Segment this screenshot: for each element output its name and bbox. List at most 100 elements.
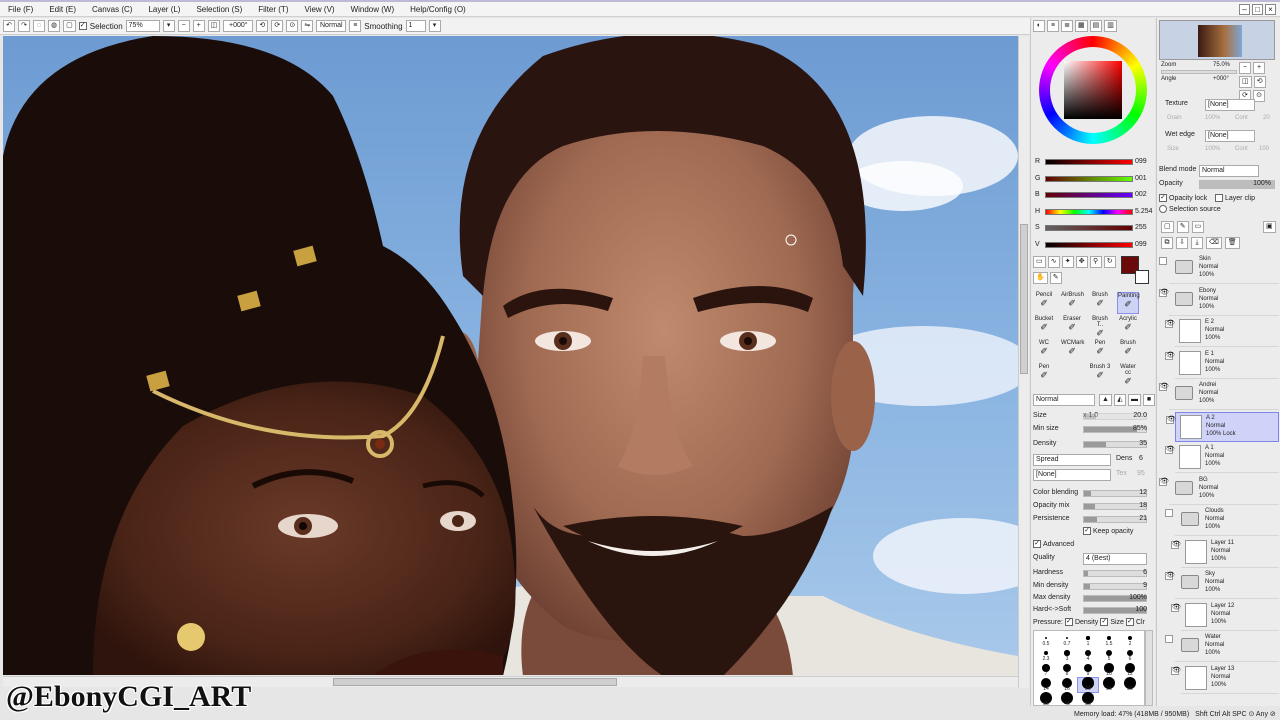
brush-size-preset[interactable]: 2.3: [1036, 648, 1056, 662]
minimize-icon[interactable]: –: [1239, 3, 1250, 15]
zoom-dropdown-icon[interactable]: ▾: [162, 20, 175, 32]
smoothing-select[interactable]: 1: [405, 20, 426, 32]
drawing-canvas[interactable]: [3, 36, 1018, 675]
wet-edge-select[interactable]: [None]: [1205, 130, 1255, 142]
nav-zoom-out-icon[interactable]: −: [1239, 62, 1251, 74]
navigator-preview[interactable]: [1159, 20, 1275, 60]
brush-size-preset[interactable]: 2: [1120, 633, 1140, 647]
tool-eraser[interactable]: Eraser ✐: [1061, 316, 1083, 338]
hsv-slider-tab-icon[interactable]: ≣: [1061, 20, 1073, 32]
selection-source-option[interactable]: Selection source: [1159, 205, 1221, 213]
channel-r-slider[interactable]: [1045, 159, 1133, 165]
brush-size-preset[interactable]: 0.7: [1057, 633, 1077, 647]
scratchpad-tab-icon[interactable]: ▥: [1104, 20, 1117, 32]
tool-wc[interactable]: WC ✐: [1033, 340, 1055, 362]
layer-item-e-1[interactable]: 👁 E 1 Normal 100%: [1165, 349, 1279, 379]
rotate-tool-icon[interactable]: ↻: [1103, 256, 1116, 268]
invert-selection-icon[interactable]: ◍: [48, 20, 61, 32]
tool-airbrush[interactable]: AirBrush ✐: [1061, 292, 1084, 314]
tool-pen[interactable]: Pen ✐: [1089, 340, 1111, 362]
brush-blend-select[interactable]: Normal: [1033, 394, 1095, 406]
tool-brush-t[interactable]: Brush T.. ✐: [1089, 316, 1111, 338]
brush-size-preset[interactable]: 40: [1057, 692, 1077, 707]
menu-layer[interactable]: Layer (L): [140, 5, 188, 14]
layer-item-sky[interactable]: 👁 Sky Normal 100%: [1165, 569, 1279, 599]
stabilizer-dropdown-icon[interactable]: ≡: [349, 20, 362, 32]
channel-s-slider[interactable]: [1045, 225, 1133, 231]
layer-clip-checkbox[interactable]: [1215, 194, 1223, 202]
menu-canvas[interactable]: Canvas (C): [84, 5, 140, 14]
layer-item-e-2[interactable]: 👁 E 2 Normal 100%: [1165, 317, 1279, 347]
close-icon[interactable]: ×: [1265, 3, 1276, 15]
tool-water-cc[interactable]: Water cc ✐: [1117, 364, 1139, 386]
visibility-icon[interactable]: 👁: [1159, 288, 1169, 297]
eyedropper-icon[interactable]: ✎: [1049, 272, 1062, 284]
hue-wheel[interactable]: [1039, 36, 1147, 144]
visibility-icon[interactable]: [1159, 257, 1167, 265]
brush-size-preset[interactable]: 10: [1099, 663, 1119, 677]
brush-size-preset[interactable]: 3: [1057, 648, 1077, 662]
rotate-left-icon[interactable]: ⟲: [256, 20, 269, 32]
layer-item-skin[interactable]: Skin Normal 100%: [1159, 254, 1279, 284]
channel-g-slider[interactable]: [1045, 175, 1133, 182]
brush-size-preset[interactable]: 16: [1057, 677, 1077, 692]
tool-empty[interactable]: [1061, 364, 1083, 386]
restore-icon[interactable]: □: [1252, 3, 1263, 15]
visibility-icon[interactable]: 👁: [1165, 572, 1175, 580]
zoom-out-icon[interactable]: −: [177, 20, 190, 32]
layer-item-layer-13[interactable]: 👁 Layer 13 Normal 100%: [1171, 664, 1279, 694]
brush-size-preset[interactable]: 5: [1099, 648, 1119, 662]
visibility-icon[interactable]: 👁: [1165, 351, 1175, 360]
menu-file[interactable]: File (F): [0, 5, 41, 14]
rotate-reset-icon[interactable]: ⊙: [286, 20, 299, 32]
smoothing-dropdown-icon[interactable]: ▾: [428, 20, 441, 32]
layer-item-water[interactable]: Water Normal 100%: [1165, 632, 1279, 662]
brush-size-preset[interactable]: 1.5: [1099, 633, 1119, 647]
nav-rotate-left-icon[interactable]: ⟲: [1253, 76, 1266, 88]
visibility-icon[interactable]: 👁: [1159, 383, 1169, 391]
keep-opacity-option[interactable]: ✓ Keep opacity: [1083, 527, 1133, 535]
tool-brush-3[interactable]: Brush 3 ✐: [1089, 364, 1111, 386]
tool-pencil[interactable]: Pencil ✐: [1033, 292, 1055, 314]
brush-size-preset[interactable]: 8: [1057, 663, 1077, 677]
layer-item-ebony[interactable]: 👁 Ebony Normal 100%: [1159, 286, 1279, 316]
brush-size-preset[interactable]: 6: [1120, 648, 1140, 662]
nav-zoom-slider[interactable]: [1161, 70, 1237, 74]
pressure-size-checkbox[interactable]: ✓: [1100, 618, 1109, 626]
channel-b-slider[interactable]: [1045, 192, 1133, 198]
visibility-icon[interactable]: [1165, 635, 1173, 643]
stabilizer-mode-select[interactable]: Normal: [316, 20, 347, 32]
tool-pen[interactable]: Pen ✐: [1033, 364, 1055, 386]
zoom-tool-icon[interactable]: ⚲: [1089, 256, 1102, 268]
brush-size-preset[interactable]: 30: [1120, 677, 1140, 692]
layer-item-andrei[interactable]: 👁 Andrei Normal 100%: [1159, 380, 1279, 410]
horizontal-scroll-thumb[interactable]: [333, 678, 617, 686]
vertical-scrollbar[interactable]: [1018, 36, 1029, 688]
brush-size-preset[interactable]: 35: [1036, 692, 1056, 707]
nav-zoom-in-icon[interactable]: +: [1253, 62, 1265, 74]
visibility-icon[interactable]: 👁: [1171, 666, 1181, 675]
tool-brush[interactable]: Brush ✐: [1117, 340, 1139, 362]
layer-item-a-2[interactable]: 👁 A 2 Normal 100% Lock: [1166, 411, 1279, 442]
nav-zoom-reset-icon[interactable]: ◫: [1239, 76, 1252, 88]
advanced-checkbox[interactable]: ✓: [1033, 540, 1041, 548]
brush-size-preset[interactable]: 4: [1078, 648, 1098, 662]
tool-bucket[interactable]: Bucket ✐: [1033, 316, 1055, 338]
angle-field[interactable]: +000°: [223, 20, 254, 32]
layer-item-clouds[interactable]: Clouds Normal 100%: [1165, 506, 1279, 536]
rgb-slider-tab-icon[interactable]: ≡: [1047, 20, 1059, 32]
brush-size-scrollbar[interactable]: [1145, 630, 1153, 706]
color-wheel-tab-icon[interactable]: ◐: [1033, 20, 1045, 32]
undo-icon[interactable]: ↶: [3, 20, 15, 32]
rotate-right-icon[interactable]: ⟳: [271, 20, 284, 32]
keep-opacity-checkbox[interactable]: ✓: [1083, 527, 1091, 535]
spread-select[interactable]: Spread: [1033, 454, 1111, 466]
layer-item-layer-11[interactable]: 👁 Layer 11 Normal 100%: [1171, 538, 1279, 568]
selection-source-checkbox[interactable]: [1159, 205, 1167, 213]
opacity-lock-option[interactable]: ✓ Opacity lock: [1159, 194, 1207, 202]
show-selection-icon[interactable]: ▢: [63, 20, 76, 32]
hand-icon[interactable]: ✋: [1033, 272, 1048, 284]
blend-mode-select[interactable]: Normal: [1199, 165, 1259, 177]
magic-wand-icon[interactable]: ✦: [1061, 256, 1074, 268]
tool-painting[interactable]: Painting ✐: [1117, 292, 1140, 314]
